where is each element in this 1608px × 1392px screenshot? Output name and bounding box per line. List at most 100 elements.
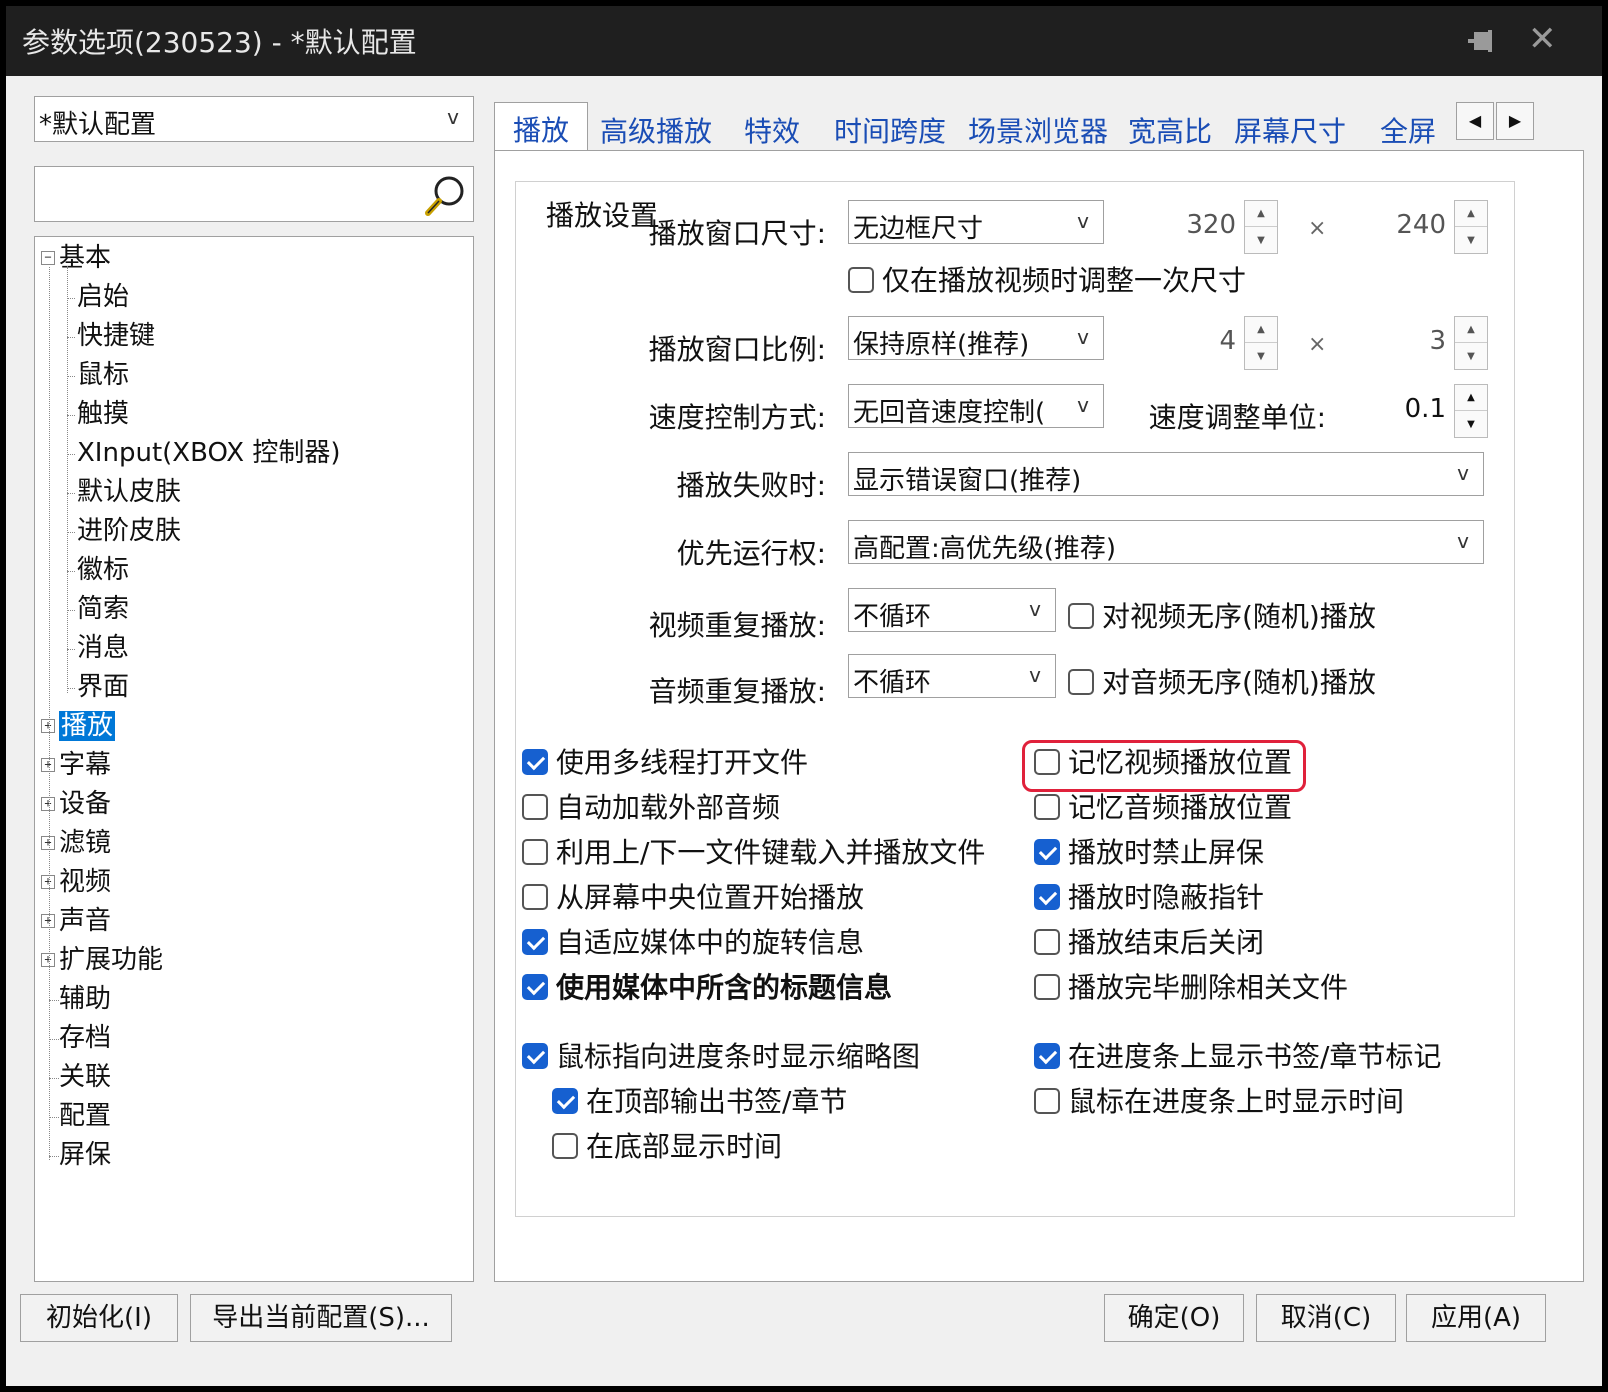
tree-expand-icon[interactable]: + bbox=[41, 758, 55, 772]
tree-item[interactable]: 屏保 bbox=[59, 1138, 111, 1172]
tree-item-label: 消息 bbox=[77, 633, 130, 663]
speed-mode-select[interactable]: 无回音速度控制( v bbox=[848, 384, 1104, 428]
tree-item[interactable]: 启始 bbox=[77, 280, 129, 314]
spin-up-icon[interactable]: ▲ bbox=[1455, 317, 1487, 343]
window-ratio-select[interactable]: 保持原样(推荐) v bbox=[848, 316, 1104, 360]
cancel-button[interactable]: 取消(C) bbox=[1256, 1294, 1396, 1342]
tree-expand-icon[interactable]: − bbox=[41, 251, 55, 265]
tree-item[interactable]: 进阶皮肤 bbox=[77, 514, 181, 548]
tree-item-label: 视频 bbox=[59, 867, 112, 897]
tab-prev-icon[interactable]: ◀ bbox=[1456, 102, 1494, 140]
search-input[interactable] bbox=[34, 166, 474, 222]
settings-tree[interactable]: 基本 − 启始 快捷键 鼠标 触摸 XInput(XBOX 控制器) 默认皮肤 进阶皮肤 徽标 简索… bbox=[34, 236, 474, 1282]
tab-6[interactable]: 屏幕尺寸 bbox=[1234, 110, 1346, 150]
times-sign: × bbox=[1308, 332, 1327, 357]
tree-item[interactable]: 徽标 bbox=[77, 553, 129, 587]
window-size-select[interactable]: 无边框尺寸 v bbox=[848, 200, 1104, 244]
tree-item[interactable]: 配置 bbox=[59, 1099, 111, 1133]
window-title: 参数选项(230523) - *默认配置 bbox=[22, 26, 417, 59]
video-repeat-select[interactable]: 不循环 v bbox=[848, 588, 1056, 632]
spin-down-icon[interactable]: ▼ bbox=[1245, 228, 1277, 254]
window-size-label: 播放窗口尺寸: bbox=[648, 217, 826, 250]
spin-down-icon[interactable]: ▼ bbox=[1455, 228, 1487, 254]
tree-connector bbox=[67, 266, 68, 693]
tree-item[interactable]: 设备 bbox=[59, 787, 111, 821]
tree-expand-icon[interactable]: + bbox=[41, 836, 55, 850]
tree-expand-icon[interactable]: + bbox=[41, 875, 55, 889]
spin-down-icon[interactable]: ▼ bbox=[1455, 412, 1487, 438]
export-config-button[interactable]: 导出当前配置(S)... bbox=[190, 1294, 452, 1342]
tree-item[interactable]: 扩展功能 bbox=[59, 943, 163, 977]
tree-item[interactable]: 播放 bbox=[59, 709, 116, 743]
window-width-input[interactable]: 320 bbox=[1156, 210, 1236, 240]
apply-button[interactable]: 应用(A) bbox=[1406, 1294, 1546, 1342]
tree-item-label: XInput(XBOX 控制器) bbox=[77, 438, 341, 468]
tab-3[interactable]: 时间跨度 bbox=[834, 110, 946, 150]
tree-item[interactable]: 消息 bbox=[77, 631, 129, 665]
tree-connector bbox=[49, 1117, 59, 1118]
chevron-down-icon: v bbox=[447, 105, 459, 129]
search-icon[interactable] bbox=[423, 173, 467, 217]
priority-select[interactable]: 高配置:高优先级(推荐) v bbox=[848, 520, 1484, 564]
tree-item[interactable]: 滤镜 bbox=[59, 826, 111, 860]
tree-connector bbox=[67, 688, 75, 689]
tree-expand-icon[interactable]: + bbox=[41, 719, 55, 733]
tree-connector bbox=[67, 649, 75, 650]
spin-up-icon[interactable]: ▲ bbox=[1245, 201, 1277, 227]
chevron-down-icon: v bbox=[1457, 461, 1469, 485]
tab-5[interactable]: 宽高比 bbox=[1128, 110, 1212, 150]
ratio-h-spinner[interactable]: ▲ ▼ bbox=[1454, 316, 1488, 370]
tree-connector bbox=[67, 493, 75, 494]
tree-connector bbox=[49, 1156, 59, 1157]
pin-icon[interactable] bbox=[1464, 26, 1498, 56]
ok-button[interactable]: 确定(O) bbox=[1104, 1294, 1244, 1342]
speed-unit-input[interactable]: 0.1 bbox=[1366, 394, 1446, 424]
tree-item[interactable]: 快捷键 bbox=[77, 319, 155, 353]
title-bar[interactable]: 参数选项(230523) - *默认配置 ✕ bbox=[6, 6, 1602, 76]
tree-connector bbox=[67, 298, 75, 299]
window-height-input[interactable]: 240 bbox=[1366, 210, 1446, 240]
window-height-spinner[interactable]: ▲ ▼ bbox=[1454, 200, 1488, 254]
tree-item[interactable]: 界面 bbox=[77, 670, 129, 704]
tree-expand-icon[interactable]: + bbox=[41, 953, 55, 967]
spin-up-icon[interactable]: ▲ bbox=[1455, 201, 1487, 227]
tree-item[interactable]: 辅助 bbox=[59, 982, 111, 1016]
speed-unit-spinner[interactable]: ▲ ▼ bbox=[1454, 384, 1488, 438]
init-button[interactable]: 初始化(I) bbox=[20, 1294, 178, 1342]
tab-7[interactable]: 全屏 bbox=[1380, 110, 1436, 150]
ratio-w-spinner[interactable]: ▲ ▼ bbox=[1244, 316, 1278, 370]
profile-select[interactable]: *默认配置 v bbox=[34, 96, 474, 142]
spin-up-icon[interactable]: ▲ bbox=[1455, 385, 1487, 411]
audio-repeat-select[interactable]: 不循环 v bbox=[848, 654, 1056, 698]
tab-next-icon[interactable]: ▶ bbox=[1496, 102, 1534, 140]
tab-1[interactable]: 高级播放 bbox=[600, 110, 712, 150]
tree-item[interactable]: 字幕 bbox=[59, 748, 111, 782]
tree-item[interactable]: 声音 bbox=[59, 904, 111, 938]
tree-item-label: 存档 bbox=[59, 1023, 112, 1053]
spin-down-icon[interactable]: ▼ bbox=[1455, 344, 1487, 370]
tree-item-label: 播放 bbox=[59, 711, 116, 741]
tab-4[interactable]: 场景浏览器 bbox=[968, 110, 1108, 150]
tree-item[interactable]: 存档 bbox=[59, 1021, 111, 1055]
spin-up-icon[interactable]: ▲ bbox=[1245, 317, 1277, 343]
tree-item[interactable]: 鼠标 bbox=[77, 358, 129, 392]
ratio-w-input[interactable]: 4 bbox=[1156, 326, 1236, 356]
unchecked-icon bbox=[1034, 794, 1060, 820]
checked-icon bbox=[1034, 839, 1060, 865]
on-fail-select[interactable]: 显示错误窗口(推荐) v bbox=[848, 452, 1484, 496]
tab-2[interactable]: 特效 bbox=[744, 110, 800, 150]
tree-item[interactable]: 触摸 bbox=[77, 397, 129, 431]
tab-0[interactable]: 播放 bbox=[494, 102, 589, 152]
window-width-spinner[interactable]: ▲ ▼ bbox=[1244, 200, 1278, 254]
tree-item[interactable]: 视频 bbox=[59, 865, 111, 899]
spin-down-icon[interactable]: ▼ bbox=[1245, 344, 1277, 370]
tree-item[interactable]: 关联 bbox=[59, 1060, 111, 1094]
tree-expand-icon[interactable]: + bbox=[41, 797, 55, 811]
close-icon[interactable]: ✕ bbox=[1528, 22, 1557, 56]
tree-item[interactable]: 简索 bbox=[77, 592, 129, 626]
tree-item[interactable]: XInput(XBOX 控制器) bbox=[77, 436, 341, 470]
tree-item-label: 滤镜 bbox=[59, 828, 112, 858]
tree-item[interactable]: 默认皮肤 bbox=[77, 475, 181, 509]
tree-expand-icon[interactable]: + bbox=[41, 914, 55, 928]
ratio-h-input[interactable]: 3 bbox=[1366, 326, 1446, 356]
